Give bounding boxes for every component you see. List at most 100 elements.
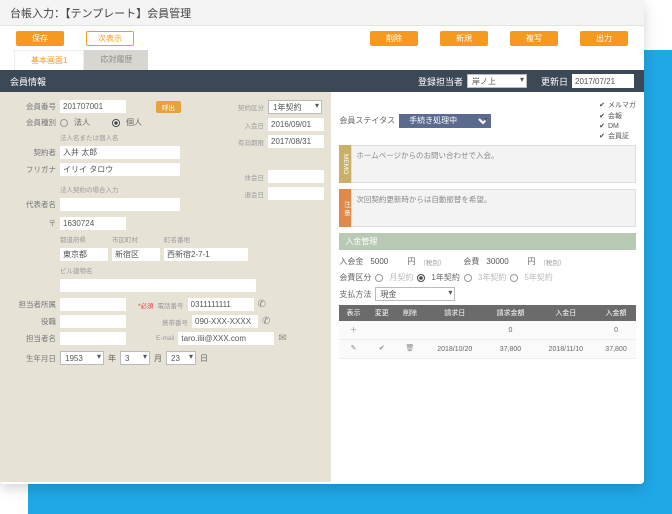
exp-label: 有効期限 [230, 137, 264, 147]
zip-label: 〒 [10, 218, 56, 229]
plan-5-radio[interactable] [510, 274, 518, 282]
leave-field[interactable] [268, 187, 324, 200]
memo-field[interactable]: ホームページからのお問い合わせで入会。 [351, 145, 636, 183]
chk-dm[interactable]: DM [599, 122, 636, 130]
plan-3-radio[interactable] [464, 274, 472, 282]
payment-table: 表示 変更 削除 請求日 請求金額 入金日 入金額 ＋ 0 0 ✎ ✔ 🗑 [339, 305, 636, 359]
new-button[interactable]: 新規 [440, 31, 488, 46]
ind-radio[interactable] [112, 119, 120, 127]
call-button[interactable]: 呼出 [156, 101, 181, 113]
person-field[interactable] [60, 332, 126, 345]
rep2-field[interactable] [60, 198, 180, 211]
window-title: 台帳入力：【テンプレート】会員管理 [0, 0, 644, 26]
plan-1-radio[interactable] [417, 274, 425, 282]
phone-icon: ✆ [258, 299, 266, 310]
person-label: 担当者名 [10, 333, 56, 344]
rest-field[interactable] [268, 170, 324, 183]
contractor-label: 契約者 [10, 147, 56, 158]
plan-m-radio[interactable] [375, 274, 383, 282]
kana-field[interactable] [60, 163, 180, 176]
chk-card[interactable]: 会員証 [599, 131, 636, 141]
save-button[interactable]: 保存 [16, 31, 64, 46]
kana-label: フリガナ [10, 164, 56, 175]
city-field[interactable] [112, 248, 160, 261]
role-field[interactable] [60, 315, 126, 328]
corp-hint: 法人契約の場合入力 [60, 184, 119, 194]
tel-field[interactable] [188, 298, 254, 311]
table-row: ＋ 0 0 [339, 321, 636, 340]
birth-day[interactable]: 23 [166, 351, 196, 365]
rep-select[interactable]: 岸ノ上 [467, 74, 527, 88]
plan-label: 会費区分 [339, 272, 371, 283]
chk-mailmag[interactable]: メルマガ [599, 100, 636, 110]
mail-field[interactable] [178, 332, 274, 345]
status-label: 会員ステイタス [339, 115, 395, 126]
contractor-field[interactable] [60, 146, 180, 159]
section-header: 会員情報 登録担当者 岸ノ上 更新日 [0, 70, 644, 92]
tabs: 基本画面1 応対履歴 [0, 50, 644, 70]
rep-label: 登録担当者 [418, 75, 463, 88]
town-field[interactable] [164, 248, 248, 261]
fee2-field[interactable] [483, 255, 523, 268]
status-select[interactable]: 手続き処理中 [399, 114, 491, 128]
note-tag: 注 意 [339, 189, 351, 227]
bldg-field[interactable] [60, 279, 256, 292]
table-row: ✎ ✔ 🗑 2018/10/2037,800 2018/11/1037,800 [339, 340, 636, 359]
join-label: 入会日 [230, 120, 264, 130]
right-panel: 会員ステイタス 手続き処理中 メルマガ 会報 DM 会員証 MEMO ホームペー… [331, 92, 644, 482]
dept-field[interactable] [60, 298, 126, 311]
dept-label: 担当者所属 [10, 299, 56, 310]
fee1-label: 入会金 [339, 256, 363, 267]
birth-year[interactable]: 1953 [60, 351, 104, 365]
output-button[interactable]: 出力 [580, 31, 628, 46]
pay-select[interactable]: 現金 [375, 287, 455, 301]
memno-field[interactable] [60, 100, 126, 113]
mobile-icon: ✆ [262, 316, 270, 327]
pref-field[interactable] [60, 248, 108, 261]
memo-tag: MEMO [339, 145, 351, 183]
tab-basic[interactable]: 基本画面1 [14, 50, 84, 70]
fee2-label: 会費 [463, 256, 479, 267]
name-hint: 法人名または個人名 [60, 132, 119, 142]
mob-label: 携帯番号 [162, 317, 188, 327]
memno-label: 会員番号 [10, 101, 56, 112]
delete-button[interactable]: 削除 [370, 31, 418, 46]
bldg-hint: ビル建物名 [60, 265, 93, 275]
mail-label: E-mail [156, 335, 174, 342]
check-icon[interactable]: ✔ [377, 344, 387, 354]
rep2-label: 代表者名 [10, 199, 56, 210]
payment-header: 入金管理 [339, 233, 636, 250]
tel-label: 電話番号 [158, 300, 184, 310]
update-label: 更新日 [541, 75, 568, 88]
note-field[interactable]: 次回契約更新時からは自動振替を希望。 [351, 189, 636, 227]
corp-radio[interactable] [60, 119, 68, 127]
mob-field[interactable] [192, 315, 258, 328]
role-label: 役職 [10, 316, 56, 327]
left-panel: 会員番号 呼出 会員種別 法人 個人 法人名または個人名 契約者 フリガナ 法人… [0, 92, 331, 482]
plus-icon[interactable]: ＋ [349, 325, 359, 335]
leave-label: 退会日 [230, 189, 264, 199]
pay-label: 支払方法 [339, 289, 371, 300]
mail-icon: ✉ [278, 333, 286, 344]
rest-label: 休会日 [230, 172, 264, 182]
birth-label: 生年月日 [10, 353, 56, 364]
exp-field[interactable] [268, 135, 324, 148]
ctype-label: 契約区分 [230, 102, 264, 112]
chk-bulletin[interactable]: 会報 [599, 111, 636, 121]
trash-icon[interactable]: 🗑 [405, 344, 415, 354]
toolbar: 保存 次表示 削除 新規 複写 出力 [0, 26, 644, 50]
type-label: 会員種別 [10, 117, 56, 128]
fee1-field[interactable] [367, 255, 403, 268]
next-button[interactable]: 次表示 [86, 31, 134, 46]
ctype-select[interactable]: 1年契約 [268, 100, 322, 114]
birth-month[interactable]: 3 [120, 351, 150, 365]
zip-field[interactable] [60, 217, 126, 230]
update-date-field[interactable] [572, 74, 634, 88]
tab-history[interactable]: 応対履歴 [84, 50, 148, 70]
join-field[interactable] [268, 118, 324, 131]
pencil-icon[interactable]: ✎ [349, 344, 359, 354]
title-text: 台帳入力：【テンプレート】会員管理 [10, 5, 191, 21]
section-title: 会員情報 [10, 75, 46, 88]
required-mark: *必須 [138, 300, 154, 310]
duplicate-button[interactable]: 複写 [510, 31, 558, 46]
